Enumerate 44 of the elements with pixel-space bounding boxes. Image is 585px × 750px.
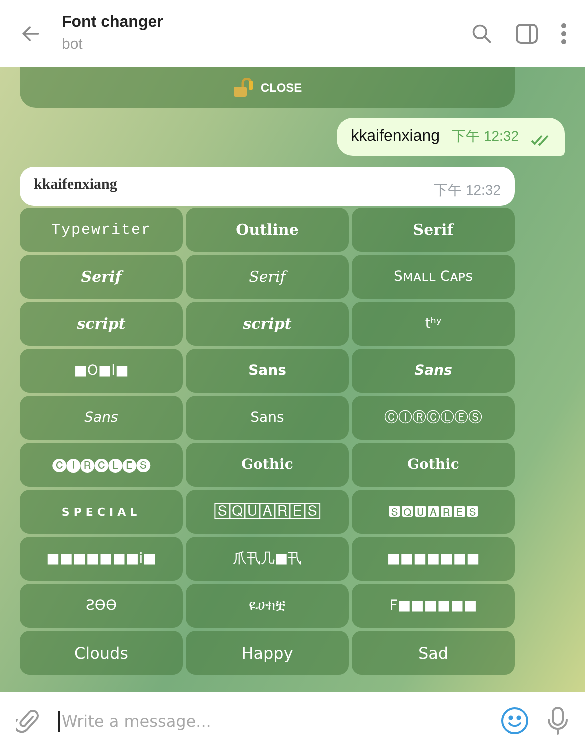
keyboard-button[interactable]: ■■■■■■■i■ [20,537,183,581]
lock-icon [232,78,255,98]
keyboard-button[interactable]: Sad [352,631,515,675]
message-time: 下午 12:32 [434,182,501,200]
chat-title: Font changer [62,14,164,32]
keyboard-button[interactable]: 爪卂几■卂 [186,537,349,581]
keyboard-button[interactable]: Sans [20,396,183,440]
emoji-icon[interactable] [501,707,529,735]
message-time: 下午 12:32 [452,128,519,146]
keyboard-button[interactable]: Sans [186,349,349,393]
keyboard-button[interactable]: Serif [186,255,349,299]
keyboard-button[interactable]: Clouds [20,631,183,675]
keyboard-button[interactable]: Outline [186,208,349,252]
keyboard-button[interactable]: Sans [352,349,515,393]
attach-icon[interactable] [16,708,40,734]
keyboard-button[interactable]: 🅒🅘🅡🅒🅛🅔🅢 [20,443,183,487]
keyboard-button[interactable]: 🅂🅀🅄🄰🅁🄴🅂 [186,490,349,534]
keyboard-button[interactable]: Gothic [186,443,349,487]
keyboard-button[interactable]: ዪሁክቿ [186,584,349,628]
chat-subtitle: bot [62,36,84,53]
keyboard-button[interactable]: script [20,302,183,346]
keyboard-button[interactable]: Typewriter [20,208,183,252]
keyboard-button[interactable]: SPECIAL [20,490,183,534]
keyboard-button[interactable]: Gothic [352,443,515,487]
keyboard-button[interactable]: Sans [186,396,349,440]
more-icon[interactable] [561,22,567,44]
keyboard-button[interactable]: 🆂🆀🆄🅰🆁🅴🆂 [352,490,515,534]
keyboard-button[interactable]: ■■■■■■■ [352,537,515,581]
keyboard-button[interactable]: F■■■■■■ [352,584,515,628]
keyboard-button[interactable]: ⒸⒾⓇⒸⓁⒺⓈ [352,396,515,440]
message-text: kkaifenxiang [34,177,118,194]
keyboard-button[interactable]: Serif [352,208,515,252]
keyboard-button[interactable]: script [186,302,349,346]
microphone-icon[interactable] [547,707,569,735]
close-button[interactable]: CLOSE [20,67,515,108]
keyboard-button[interactable]: Happy [186,631,349,675]
message-text: kkaifenxiang [351,128,440,146]
keyboard-button[interactable]: Serif [20,255,183,299]
search-icon[interactable] [471,22,493,44]
keyboard-button[interactable]: ƧӨӨ [20,584,183,628]
sidebar-icon[interactable] [515,22,539,44]
keyboard-button[interactable]: tʰʸ [352,302,515,346]
keyboard-button[interactable]: Sᴍᴀʟʟ Cᴀᴘꜱ [352,255,515,299]
keyboard-button[interactable]: ■O■l■ [20,349,183,393]
